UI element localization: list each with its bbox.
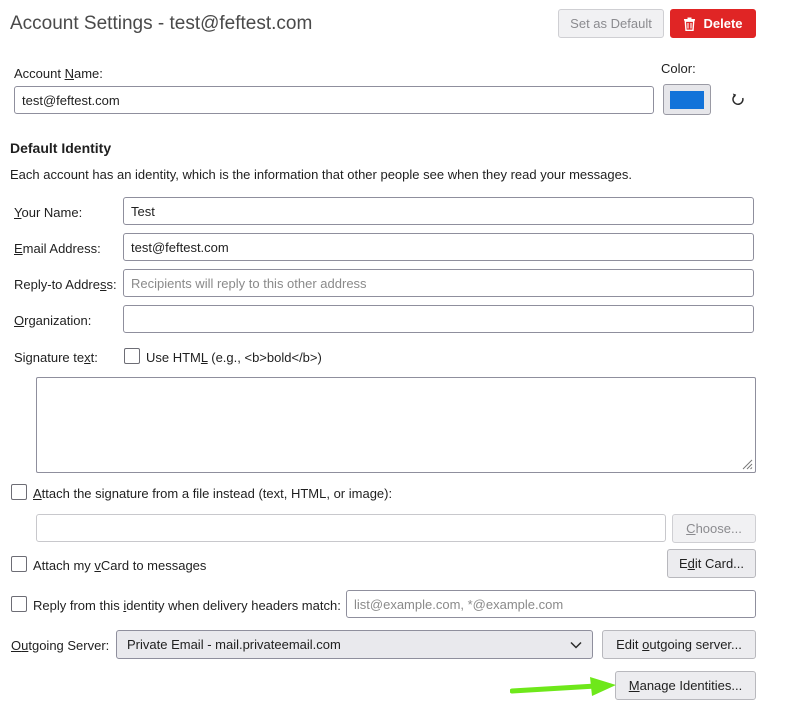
delete-label: Delete xyxy=(703,16,743,31)
reply-to-label: Reply-to Address: xyxy=(14,277,117,292)
edit-card-button[interactable]: Edit Card... xyxy=(667,549,756,578)
annotation-arrow-icon xyxy=(510,677,616,696)
attach-signature-label: Attach the signature from a file instead… xyxy=(33,486,393,501)
email-address-input[interactable]: test@feftest.com xyxy=(123,233,754,261)
use-html-label: Use HTML (e.g., <b>bold</b>) xyxy=(146,350,322,365)
email-address-value: test@feftest.com xyxy=(131,239,229,255)
reply-from-headers-placeholder: list@example.com, *@example.com xyxy=(354,596,564,612)
account-name-value: test@feftest.com xyxy=(22,92,120,108)
resize-grip-icon[interactable] xyxy=(741,458,753,470)
your-name-value: Test xyxy=(131,203,155,219)
signature-file-input[interactable] xyxy=(36,514,666,542)
account-name-input[interactable]: test@feftest.com xyxy=(14,86,654,114)
signature-textarea[interactable] xyxy=(36,377,756,473)
set-as-default-label: Set as Default xyxy=(570,16,652,31)
reply-from-identity-label: Reply from this identity when delivery h… xyxy=(33,598,341,613)
color-swatch xyxy=(670,90,704,109)
reply-from-headers-input[interactable]: list@example.com, *@example.com xyxy=(346,590,756,618)
reset-color-icon[interactable] xyxy=(731,92,745,106)
edit-outgoing-server-label: Edit outgoing server... xyxy=(616,637,742,652)
use-html-checkbox[interactable] xyxy=(124,348,140,364)
attach-signature-checkbox[interactable] xyxy=(11,484,27,500)
choose-file-button[interactable]: Choose... xyxy=(672,514,756,543)
organization-input[interactable] xyxy=(123,305,754,333)
chevron-down-icon xyxy=(570,641,582,649)
manage-identities-label: Manage Identities... xyxy=(628,678,743,693)
color-picker-button[interactable] xyxy=(663,84,711,115)
attach-vcard-label: Attach my vCard to messages xyxy=(33,558,207,573)
outgoing-server-select[interactable]: Private Email - mail.privateemail.com xyxy=(116,630,593,659)
trash-icon xyxy=(684,17,696,31)
delete-button[interactable]: Delete xyxy=(670,9,756,38)
manage-identities-button[interactable]: Manage Identities... xyxy=(615,671,756,700)
reply-from-identity-checkbox[interactable] xyxy=(11,596,27,612)
identity-description: Each account has an identity, which is t… xyxy=(10,167,632,182)
edit-outgoing-server-button[interactable]: Edit outgoing server... xyxy=(602,630,756,659)
outgoing-server-value: Private Email - mail.privateemail.com xyxy=(127,637,341,652)
reply-to-placeholder: Recipients will reply to this other addr… xyxy=(131,275,367,291)
reply-to-input[interactable]: Recipients will reply to this other addr… xyxy=(123,269,754,297)
outgoing-server-label: Outgoing Server: xyxy=(11,638,110,653)
page-title: Account Settings - test@feftest.com xyxy=(10,13,313,34)
your-name-label: Your Name: xyxy=(14,205,83,220)
your-name-input[interactable]: Test xyxy=(123,197,754,225)
signature-text-label: Signature text: xyxy=(14,350,98,365)
organization-label: Organization: xyxy=(14,313,92,328)
email-address-label: Email Address: xyxy=(14,241,101,256)
set-as-default-button[interactable]: Set as Default xyxy=(558,9,664,38)
attach-vcard-checkbox[interactable] xyxy=(11,556,27,572)
color-label: Color: xyxy=(661,61,696,76)
edit-card-label: Edit Card... xyxy=(678,556,745,571)
account-name-label: Account Name: xyxy=(14,66,103,81)
choose-file-label: Choose... xyxy=(686,521,742,536)
default-identity-heading: Default Identity xyxy=(10,140,112,156)
